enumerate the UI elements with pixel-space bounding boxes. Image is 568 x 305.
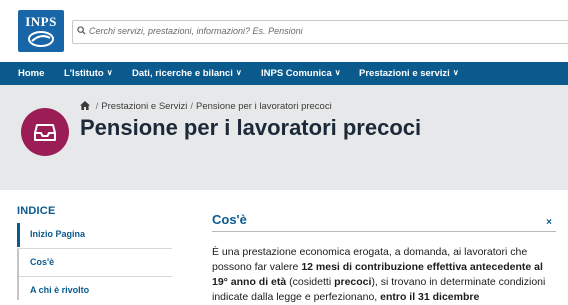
inps-logo[interactable]: INPS [18,10,64,52]
nav-item-label: Prestazioni e servizi [359,68,450,79]
breadcrumb-current: Pensione per i lavoratori precoci [195,101,332,112]
nav-item-label: Home [18,68,45,79]
nav-item-comunica[interactable]: INPS Comunica ∨ [261,62,341,85]
chevron-down-icon: ∨ [106,68,113,77]
service-icon [21,108,69,156]
inbox-icon [34,124,56,141]
indice-item-inizio[interactable]: Inizio Pagina [17,221,172,249]
indice-item-cose[interactable]: Cos'è [17,249,172,277]
indice-title: INDICE [17,205,56,217]
indice-item-label: A chi è rivolto [30,285,90,295]
nav-item-label: INPS Comunica [261,68,332,79]
nav-item-prestazioni[interactable]: Prestazioni e servizi ∨ [359,62,459,85]
nav-item-label: L'Istituto [64,68,104,79]
chevron-down-icon: ∨ [235,68,242,77]
header: INPS [0,0,568,62]
logo-emblem-icon [28,31,54,47]
indice-track [17,249,19,300]
logo-text: INPS [25,14,57,29]
section-body: È una prestazione economica erogata, a d… [212,245,558,305]
close-icon[interactable]: × [546,218,552,228]
chevron-down-icon: ∨ [334,68,341,77]
breadcrumb: / Prestazioni e Servizi / Pensione per i la… [80,101,332,112]
section-header[interactable]: Cos'è × [212,209,556,232]
search-icon[interactable] [77,26,86,35]
nav-item-dati[interactable]: Dati, ricerche e bilanci ∨ [132,62,242,85]
section-title: Cos'è [212,212,247,227]
main-nav: Home L'Istituto ∨ Dati, ricerche e bilanc… [0,62,568,85]
chevron-down-icon: ∨ [452,68,459,77]
search-bar [72,20,568,44]
indice-item-label: Cos'è [30,257,55,267]
breadcrumb-link-prestazioni[interactable]: Prestazioni e Servizi [101,101,187,112]
indice-item-label: Inizio Pagina [30,229,86,239]
breadcrumb-separator: / [190,101,193,112]
home-icon[interactable] [80,101,90,110]
body-text: (cosidetti [286,276,335,288]
body-text-bold: precoci [334,276,372,288]
page-title: Pensione per i lavoratori precoci [80,115,422,140]
nav-item-home[interactable]: Home [18,62,44,85]
search-input[interactable] [89,23,559,39]
breadcrumb-separator: / [95,101,99,112]
nav-item-istituto[interactable]: L'Istituto ∨ [64,62,113,85]
nav-item-label: Dati, ricerche e bilanci [132,68,233,79]
indice-list: Inizio Pagina Cos'è A chi è rivolto [17,221,172,304]
body-text-bold: entro il 31 dicembre [380,291,480,303]
